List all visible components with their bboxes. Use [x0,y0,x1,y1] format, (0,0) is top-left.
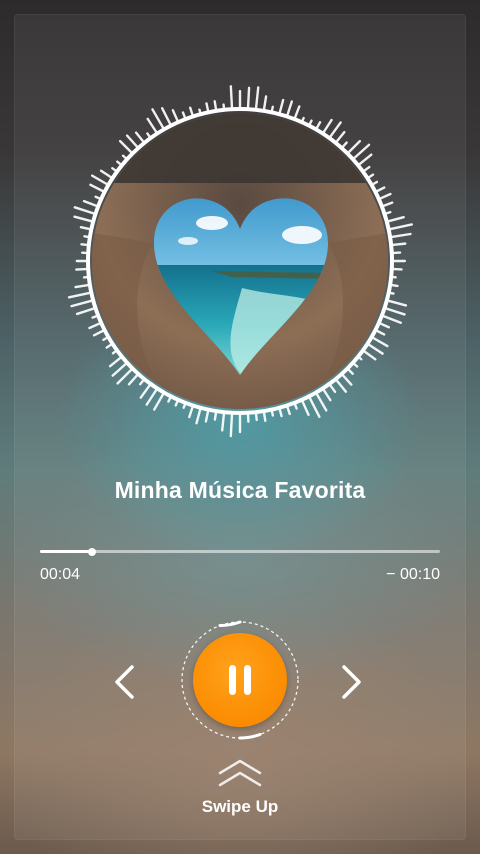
visualizer-bar [73,206,97,216]
album-cover-image [92,113,388,409]
visualizer-bar [151,108,166,131]
visualizer-bar [361,349,377,361]
visualizer-bar [388,232,412,239]
chevron-right-icon [342,665,361,699]
visualizer-bar [127,372,140,386]
visualizer-bar [67,291,93,299]
swipe-up-hint[interactable]: Swipe Up [170,756,310,822]
player-screen: Minha Música Favorita 00:04 − 00:10 Swip… [0,0,480,854]
next-track-button[interactable] [329,660,373,704]
visualizer-bar [389,242,407,247]
visualizer-bar [70,299,95,308]
visualizer-bar [285,100,294,118]
visualizer-bar [75,306,97,316]
visualizer-bar [293,105,301,121]
visualizer-bar [300,398,310,417]
chevron-left-icon [115,665,134,699]
visualizer-bar [340,372,353,386]
seek-bar-thumb[interactable] [88,547,96,556]
pause-button[interactable] [193,633,287,727]
visualizer-bar [383,306,406,316]
visualizer-bar [246,86,251,111]
visualizer-bar [385,215,405,223]
visualizer-bar [74,283,92,289]
visualizer-bar [146,117,159,135]
visualizer-bar [89,183,106,194]
visualizer-bar [145,387,159,406]
visualizer-bar [387,223,413,231]
visualizer-bar [99,169,114,180]
visualizer-bar [380,314,402,324]
time-elapsed: 00:04 [40,566,81,583]
visualizer-bar [321,118,333,135]
visualizer-bar [385,299,408,307]
visualizer-bar [220,410,226,432]
visualizer-bar [307,395,321,419]
visualizer-bar [229,85,234,111]
visualizer-bar [229,411,234,438]
visualizer-bar [73,215,95,223]
visualizer-bar [90,174,110,187]
visualizer-bar [139,382,152,399]
seek-bar-progress [40,550,92,553]
visualizer-bar [195,406,202,425]
song-title: Minha Música Favorita [114,477,366,503]
visualizer-bar [118,139,134,155]
visualizer-bar [328,121,342,140]
visualizer-bar [278,98,285,116]
visualizer-bar [366,342,384,355]
visualizer-bar [334,130,346,145]
time-remaining: − 00:10 [386,566,440,583]
pause-icon [229,665,251,695]
visualizer-bar [82,199,100,208]
visualizer-bar [254,86,260,112]
visualizer-bar [108,355,124,368]
visualizer-bar [111,361,129,377]
visualizer-bar [334,377,348,393]
visualizer-bar [346,139,362,155]
visualizer-bar [370,335,389,348]
double-chevron-up-icon [218,759,262,787]
visualizer-bar [153,391,166,411]
previous-track-button[interactable] [103,660,147,704]
visualizer-bar [356,153,373,167]
visualizer-bar [262,95,268,113]
visualizer-bar [314,391,328,412]
swipe-up-label: Swipe Up [201,797,279,816]
seek-bar[interactable] [40,547,440,556]
visualizer-bar [125,134,140,150]
visualizer-bar [161,107,173,127]
visualizer-bar [321,387,332,402]
